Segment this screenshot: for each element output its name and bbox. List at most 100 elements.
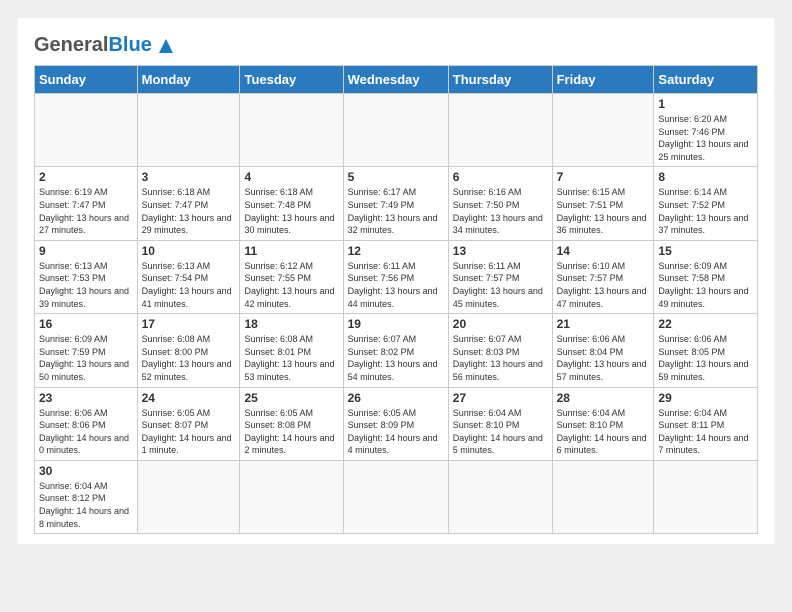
day-info: Sunrise: 6:05 AMSunset: 8:09 PMDaylight:… — [348, 407, 444, 457]
calendar-cell: 16 Sunrise: 6:09 AMSunset: 7:59 PMDayligh… — [35, 314, 138, 387]
calendar-cell: 23 Sunrise: 6:06 AMSunset: 8:06 PMDayligh… — [35, 387, 138, 460]
calendar-cell: 25 Sunrise: 6:05 AMSunset: 8:08 PMDayligh… — [240, 387, 343, 460]
page: General Blue SundayMondayTuesdayWednesda… — [18, 18, 774, 544]
day-info: Sunrise: 6:07 AMSunset: 8:03 PMDaylight:… — [453, 333, 548, 383]
day-number: 9 — [39, 244, 133, 258]
day-info: Sunrise: 6:06 AMSunset: 8:04 PMDaylight:… — [557, 333, 650, 383]
day-number: 23 — [39, 391, 133, 405]
day-number: 10 — [142, 244, 236, 258]
day-number: 14 — [557, 244, 650, 258]
header: General Blue — [34, 34, 758, 57]
day-number: 17 — [142, 317, 236, 331]
calendar-cell: 30 Sunrise: 6:04 AMSunset: 8:12 PMDayligh… — [35, 460, 138, 533]
day-number: 4 — [244, 170, 338, 184]
calendar-cell: 8 Sunrise: 6:14 AMSunset: 7:52 PMDaylight… — [654, 167, 758, 240]
calendar-cell: 14 Sunrise: 6:10 AMSunset: 7:57 PMDayligh… — [552, 240, 654, 313]
logo-icon — [155, 35, 177, 57]
calendar-cell: 13 Sunrise: 6:11 AMSunset: 7:57 PMDayligh… — [448, 240, 552, 313]
day-number: 11 — [244, 244, 338, 258]
day-number: 12 — [348, 244, 444, 258]
day-info: Sunrise: 6:17 AMSunset: 7:49 PMDaylight:… — [348, 186, 444, 236]
day-info: Sunrise: 6:06 AMSunset: 8:06 PMDaylight:… — [39, 407, 133, 457]
day-info: Sunrise: 6:09 AMSunset: 7:59 PMDaylight:… — [39, 333, 133, 383]
calendar-cell: 27 Sunrise: 6:04 AMSunset: 8:10 PMDayligh… — [448, 387, 552, 460]
day-number: 21 — [557, 317, 650, 331]
calendar-cell: 7 Sunrise: 6:15 AMSunset: 7:51 PMDaylight… — [552, 167, 654, 240]
day-number: 30 — [39, 464, 133, 478]
day-info: Sunrise: 6:09 AMSunset: 7:58 PMDaylight:… — [658, 260, 753, 310]
day-number: 20 — [453, 317, 548, 331]
day-info: Sunrise: 6:20 AMSunset: 7:46 PMDaylight:… — [658, 113, 753, 163]
calendar-cell: 24 Sunrise: 6:05 AMSunset: 8:07 PMDayligh… — [137, 387, 240, 460]
calendar-cell — [552, 94, 654, 167]
calendar-cell: 22 Sunrise: 6:06 AMSunset: 8:05 PMDayligh… — [654, 314, 758, 387]
calendar-cell: 26 Sunrise: 6:05 AMSunset: 8:09 PMDayligh… — [343, 387, 448, 460]
weekday-header-friday: Friday — [552, 66, 654, 94]
calendar-cell — [137, 94, 240, 167]
day-info: Sunrise: 6:05 AMSunset: 8:08 PMDaylight:… — [244, 407, 338, 457]
calendar-cell: 2Sunrise: 6:19 AMSunset: 7:47 PMDaylight… — [35, 167, 138, 240]
calendar-cell: 17 Sunrise: 6:08 AMSunset: 8:00 PMDayligh… — [137, 314, 240, 387]
day-number: 7 — [557, 170, 650, 184]
calendar-cell: 12 Sunrise: 6:11 AMSunset: 7:56 PMDayligh… — [343, 240, 448, 313]
day-number: 22 — [658, 317, 753, 331]
day-info: Sunrise: 6:15 AMSunset: 7:51 PMDaylight:… — [557, 186, 650, 236]
calendar-cell: 29Sunrise: 6:04 AMSunset: 8:11 PMDayligh… — [654, 387, 758, 460]
day-number: 3 — [142, 170, 236, 184]
weekday-header-tuesday: Tuesday — [240, 66, 343, 94]
calendar-cell — [35, 94, 138, 167]
calendar-cell: 3 Sunrise: 6:18 AMSunset: 7:47 PMDaylight… — [137, 167, 240, 240]
calendar-cell: 4Sunrise: 6:18 AMSunset: 7:48 PMDaylight… — [240, 167, 343, 240]
day-info: Sunrise: 6:12 AMSunset: 7:55 PMDaylight:… — [244, 260, 338, 310]
logo-blue-label: Blue — [108, 34, 151, 57]
calendar-cell — [448, 94, 552, 167]
day-number: 24 — [142, 391, 236, 405]
day-info: Sunrise: 6:16 AMSunset: 7:50 PMDaylight:… — [453, 186, 548, 236]
day-info: Sunrise: 6:06 AMSunset: 8:05 PMDaylight:… — [658, 333, 753, 383]
day-number: 19 — [348, 317, 444, 331]
calendar-cell — [343, 94, 448, 167]
calendar-cell: 28Sunrise: 6:04 AMSunset: 8:10 PMDayligh… — [552, 387, 654, 460]
day-info: Sunrise: 6:04 AMSunset: 8:12 PMDaylight:… — [39, 480, 133, 530]
day-info: Sunrise: 6:08 AMSunset: 8:00 PMDaylight:… — [142, 333, 236, 383]
day-info: Sunrise: 6:18 AMSunset: 7:47 PMDaylight:… — [142, 186, 236, 236]
calendar-cell — [240, 94, 343, 167]
weekday-header-sunday: Sunday — [35, 66, 138, 94]
day-info: Sunrise: 6:14 AMSunset: 7:52 PMDaylight:… — [658, 186, 753, 236]
weekday-header-thursday: Thursday — [448, 66, 552, 94]
calendar-cell: 15Sunrise: 6:09 AMSunset: 7:58 PMDayligh… — [654, 240, 758, 313]
day-info: Sunrise: 6:07 AMSunset: 8:02 PMDaylight:… — [348, 333, 444, 383]
day-info: Sunrise: 6:11 AMSunset: 7:57 PMDaylight:… — [453, 260, 548, 310]
day-number: 26 — [348, 391, 444, 405]
day-number: 18 — [244, 317, 338, 331]
day-number: 5 — [348, 170, 444, 184]
calendar-cell — [240, 460, 343, 533]
calendar-cell: 21 Sunrise: 6:06 AMSunset: 8:04 PMDayligh… — [552, 314, 654, 387]
calendar-cell — [137, 460, 240, 533]
logo-general-label: General — [34, 34, 108, 57]
calendar-cell: 20 Sunrise: 6:07 AMSunset: 8:03 PMDayligh… — [448, 314, 552, 387]
calendar-cell: 1Sunrise: 6:20 AMSunset: 7:46 PMDaylight… — [654, 94, 758, 167]
day-number: 13 — [453, 244, 548, 258]
day-number: 25 — [244, 391, 338, 405]
day-info: Sunrise: 6:10 AMSunset: 7:57 PMDaylight:… — [557, 260, 650, 310]
weekday-header-saturday: Saturday — [654, 66, 758, 94]
day-info: Sunrise: 6:11 AMSunset: 7:56 PMDaylight:… — [348, 260, 444, 310]
day-number: 8 — [658, 170, 753, 184]
calendar-cell: 5 Sunrise: 6:17 AMSunset: 7:49 PMDaylight… — [343, 167, 448, 240]
day-number: 16 — [39, 317, 133, 331]
day-number: 28 — [557, 391, 650, 405]
calendar-cell — [448, 460, 552, 533]
day-info: Sunrise: 6:08 AMSunset: 8:01 PMDaylight:… — [244, 333, 338, 383]
calendar-cell — [343, 460, 448, 533]
day-info: Sunrise: 6:13 AMSunset: 7:54 PMDaylight:… — [142, 260, 236, 310]
day-number: 27 — [453, 391, 548, 405]
day-info: Sunrise: 6:04 AMSunset: 8:10 PMDaylight:… — [453, 407, 548, 457]
calendar: SundayMondayTuesdayWednesdayThursdayFrid… — [34, 65, 758, 534]
day-info: Sunrise: 6:05 AMSunset: 8:07 PMDaylight:… — [142, 407, 236, 457]
calendar-cell: 19 Sunrise: 6:07 AMSunset: 8:02 PMDayligh… — [343, 314, 448, 387]
calendar-cell: 11 Sunrise: 6:12 AMSunset: 7:55 PMDayligh… — [240, 240, 343, 313]
calendar-cell: 18 Sunrise: 6:08 AMSunset: 8:01 PMDayligh… — [240, 314, 343, 387]
day-info: Sunrise: 6:13 AMSunset: 7:53 PMDaylight:… — [39, 260, 133, 310]
day-info: Sunrise: 6:04 AMSunset: 8:11 PMDaylight:… — [658, 407, 753, 457]
